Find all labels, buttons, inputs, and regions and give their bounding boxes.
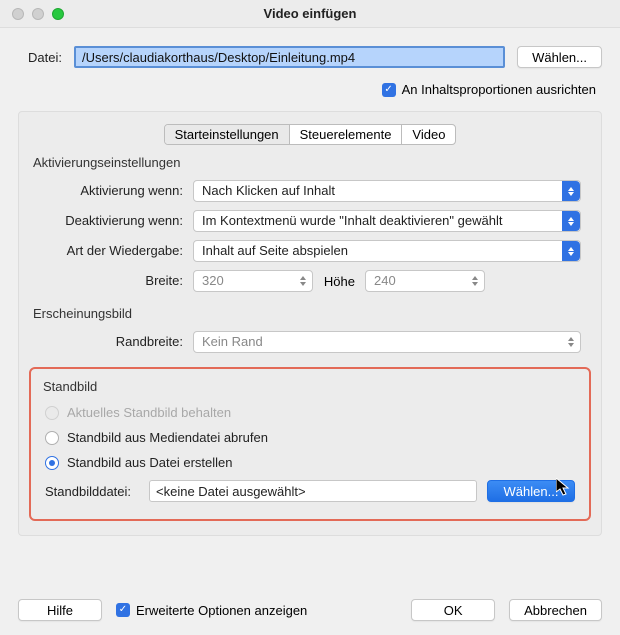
tab-controls[interactable]: Steuerelemente bbox=[290, 125, 403, 144]
radio-icon bbox=[45, 456, 59, 470]
stepper-icon bbox=[468, 272, 482, 290]
chevron-updown-icon bbox=[562, 181, 580, 201]
extended-label: Erweiterte Optionen anzeigen bbox=[136, 603, 307, 618]
aspect-label: An Inhaltsproportionen ausrichten bbox=[402, 82, 596, 97]
stepper-icon bbox=[296, 272, 310, 290]
file-label: Datei: bbox=[18, 50, 62, 65]
tab-start-settings[interactable]: Starteinstellungen bbox=[165, 125, 290, 144]
activation-section-label: Aktivierungseinstellungen bbox=[19, 155, 601, 176]
stepper-icon bbox=[564, 333, 578, 351]
appearance-section-label: Erscheinungsbild bbox=[19, 306, 601, 327]
deactivate-value: Im Kontextmenü wurde "Inhalt deaktiviere… bbox=[202, 213, 502, 228]
poster-file-input[interactable] bbox=[149, 480, 477, 502]
tabs: Starteinstellungen Steuerelemente Video bbox=[164, 124, 457, 145]
activate-select[interactable]: Nach Klicken auf Inhalt bbox=[193, 180, 581, 202]
height-stepper[interactable]: 240 bbox=[365, 270, 485, 292]
playback-select[interactable]: Inhalt auf Seite abspielen bbox=[193, 240, 581, 262]
activate-label: Aktivierung wenn: bbox=[33, 179, 193, 203]
playback-label: Art der Wiedergabe: bbox=[33, 239, 193, 263]
border-label: Randbreite: bbox=[33, 330, 193, 354]
width-label: Breite: bbox=[33, 269, 193, 293]
poster-opt-file[interactable]: Standbild aus Datei erstellen bbox=[39, 450, 581, 475]
border-value: Kein Rand bbox=[202, 334, 263, 349]
help-button[interactable]: Hilfe bbox=[18, 599, 102, 621]
poster-group: Standbild Aktuelles Standbild behalten S… bbox=[29, 367, 591, 521]
window-title: Video einfügen bbox=[0, 6, 620, 21]
height-label: Höhe bbox=[313, 274, 365, 289]
poster-opt-keep-label: Aktuelles Standbild behalten bbox=[67, 405, 231, 420]
tab-video[interactable]: Video bbox=[402, 125, 455, 144]
aspect-checkbox[interactable]: ✓ bbox=[382, 83, 396, 97]
cancel-button[interactable]: Abbrechen bbox=[509, 599, 602, 621]
poster-opt-keep: Aktuelles Standbild behalten bbox=[39, 400, 581, 425]
ok-button[interactable]: OK bbox=[411, 599, 495, 621]
settings-panel: Starteinstellungen Steuerelemente Video … bbox=[18, 111, 602, 536]
poster-choose-button[interactable]: Wählen... bbox=[487, 480, 575, 502]
extended-checkbox[interactable]: ✓ bbox=[116, 603, 130, 617]
width-stepper[interactable]: 320 bbox=[193, 270, 313, 292]
deactivate-select[interactable]: Im Kontextmenü wurde "Inhalt deaktiviere… bbox=[193, 210, 581, 232]
poster-opt-media[interactable]: Standbild aus Mediendatei abrufen bbox=[39, 425, 581, 450]
dialog-footer: Hilfe ✓ Erweiterte Optionen anzeigen OK … bbox=[18, 599, 602, 621]
file-path-input[interactable] bbox=[74, 46, 505, 68]
poster-section-label: Standbild bbox=[39, 379, 581, 400]
border-select[interactable]: Kein Rand bbox=[193, 331, 581, 353]
width-value: 320 bbox=[202, 273, 224, 288]
chevron-updown-icon bbox=[562, 211, 580, 231]
radio-icon bbox=[45, 406, 59, 420]
radio-icon bbox=[45, 431, 59, 445]
activate-value: Nach Klicken auf Inhalt bbox=[202, 183, 335, 198]
titlebar: Video einfügen bbox=[0, 0, 620, 28]
choose-file-button[interactable]: Wählen... bbox=[517, 46, 602, 68]
poster-file-label: Standbilddatei: bbox=[45, 484, 139, 499]
chevron-updown-icon bbox=[562, 241, 580, 261]
deactivate-label: Deaktivierung wenn: bbox=[33, 209, 193, 233]
playback-value: Inhalt auf Seite abspielen bbox=[202, 243, 348, 258]
height-value: 240 bbox=[374, 273, 396, 288]
poster-opt-media-label: Standbild aus Mediendatei abrufen bbox=[67, 430, 268, 445]
poster-opt-file-label: Standbild aus Datei erstellen bbox=[67, 455, 233, 470]
